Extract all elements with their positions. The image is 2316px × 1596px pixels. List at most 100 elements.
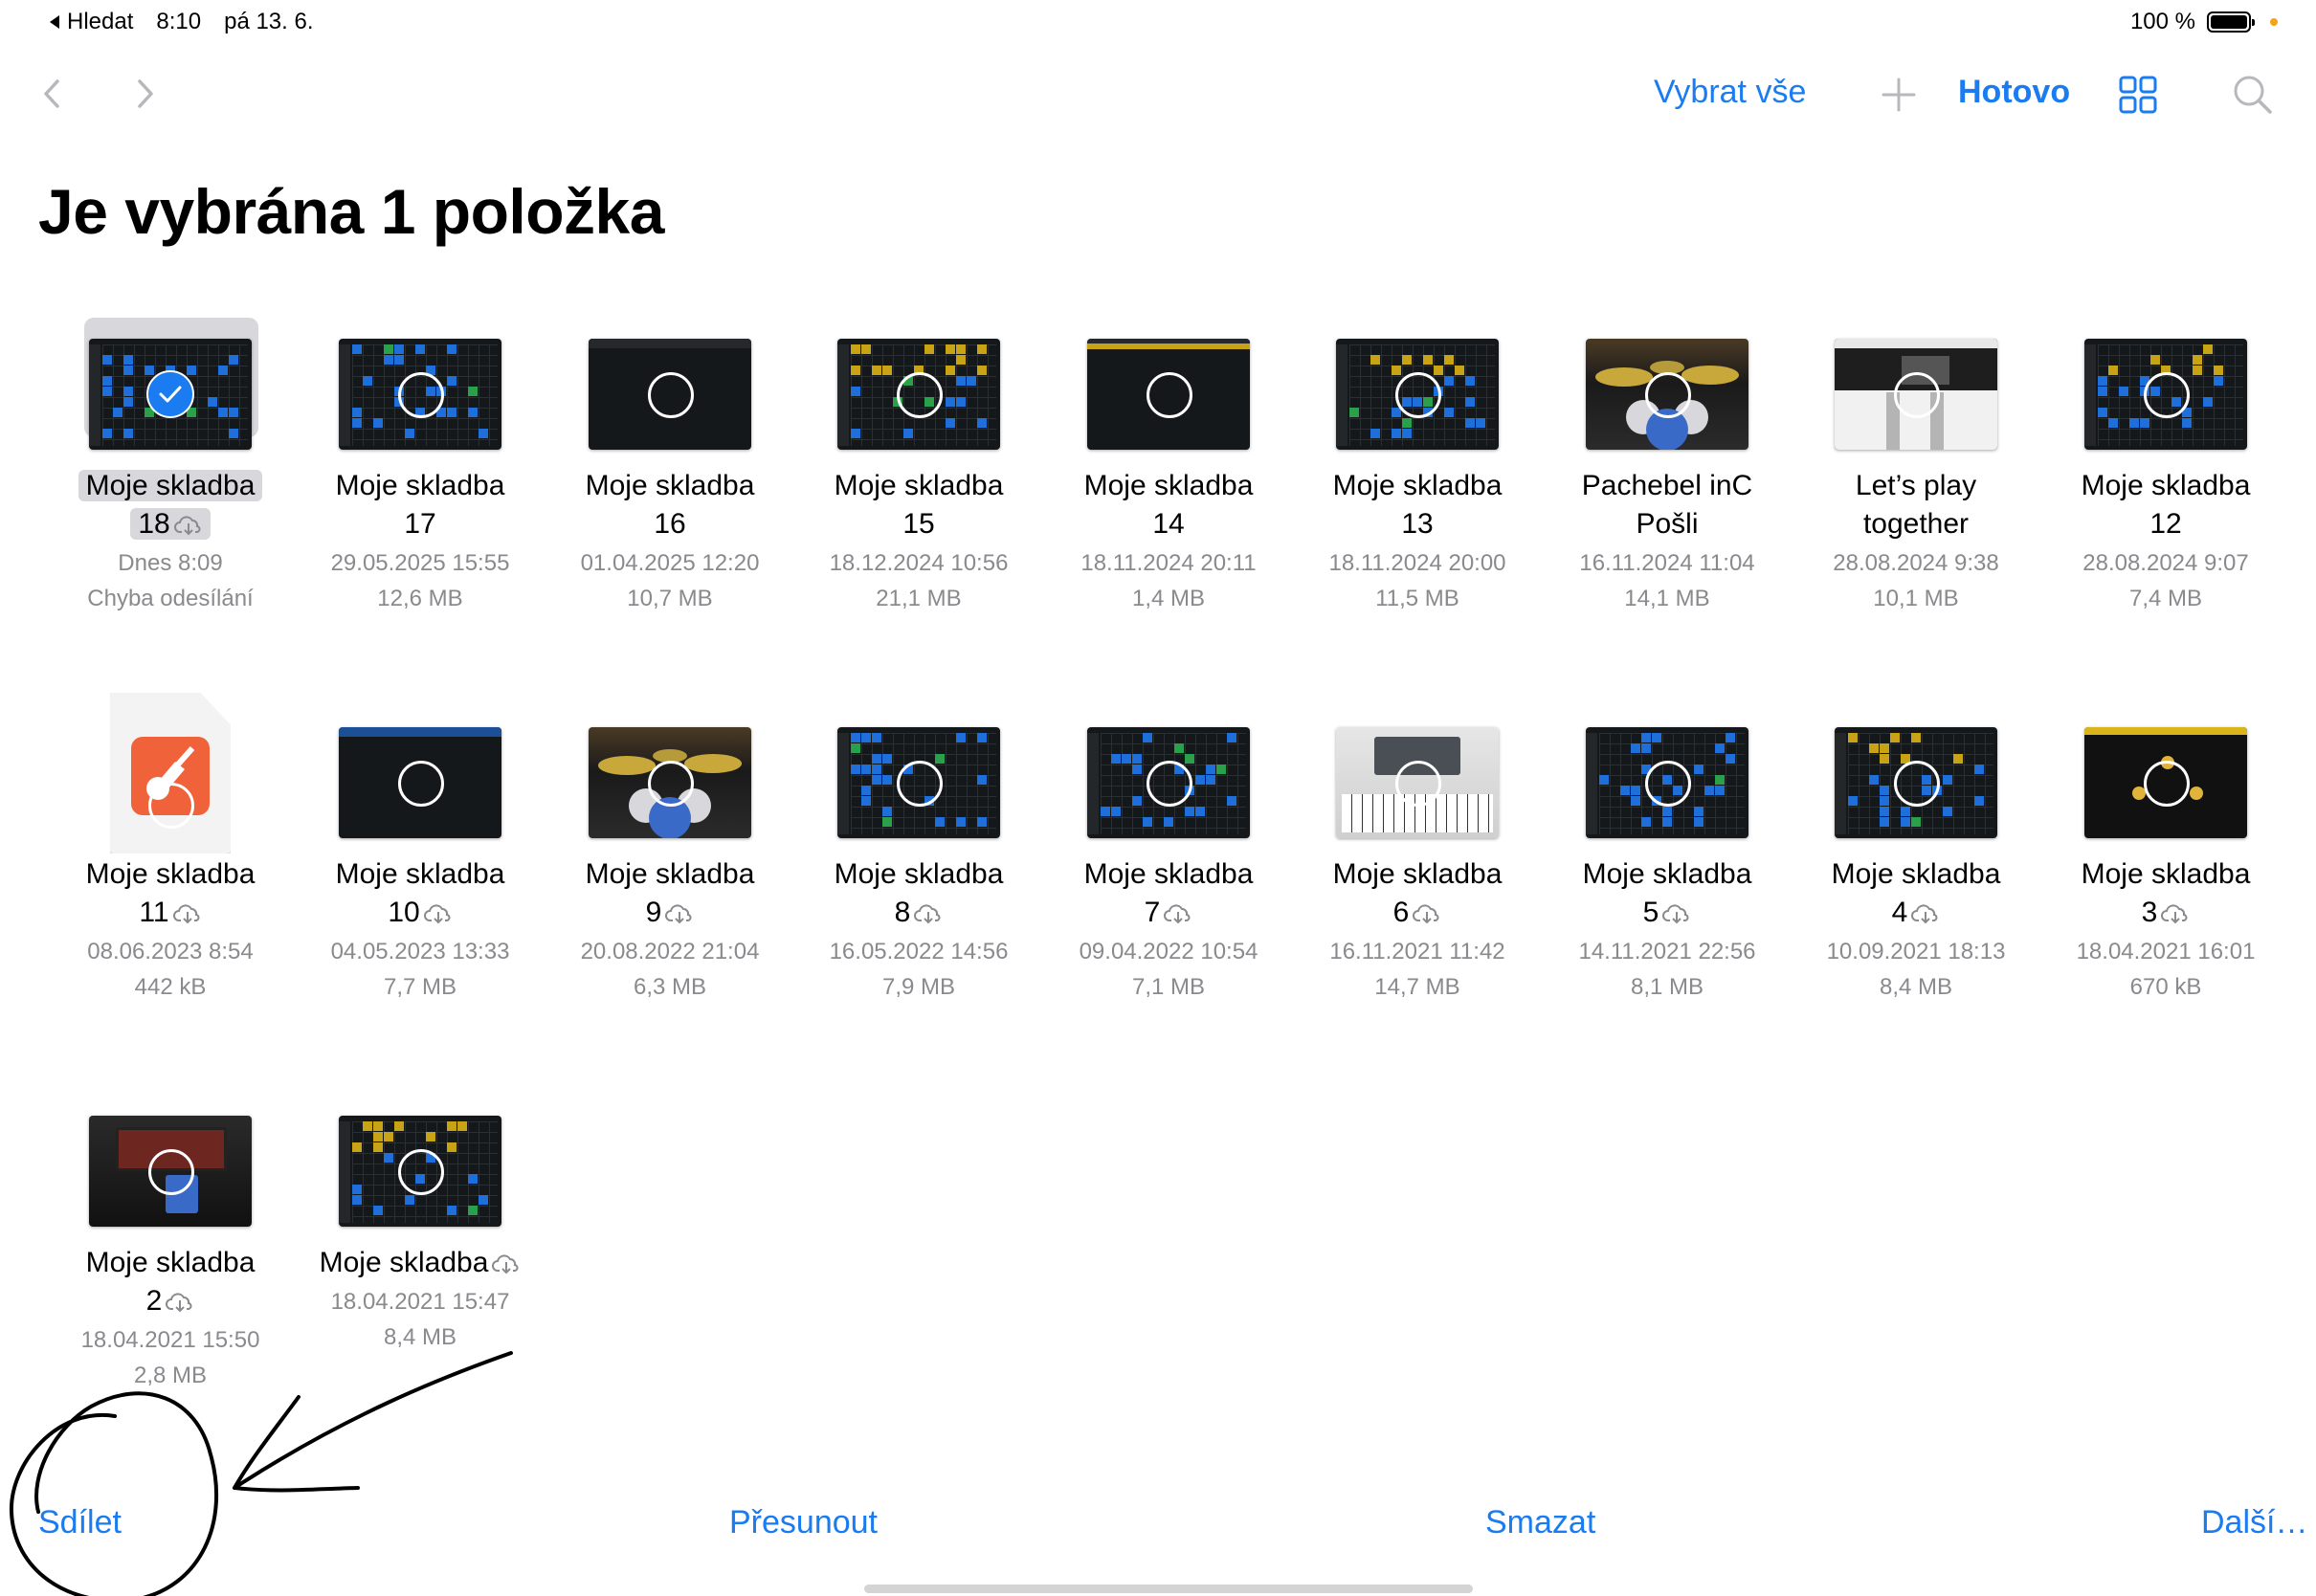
file-thumbnail[interactable] xyxy=(1586,727,1748,838)
file-thumbnail[interactable] xyxy=(2084,727,2247,838)
select-circle-icon[interactable] xyxy=(897,372,943,418)
file-date: 04.05.2023 13:33 xyxy=(330,939,510,964)
cloud-download-icon[interactable] xyxy=(166,1292,194,1313)
file-thumbnail[interactable] xyxy=(589,727,751,838)
file-thumbnail[interactable] xyxy=(1835,727,1997,838)
select-circle-icon[interactable] xyxy=(398,1149,444,1195)
cloud-download-icon[interactable] xyxy=(172,903,202,924)
grid-view-icon[interactable] xyxy=(2115,72,2161,118)
file-name: Moje skladba 16 xyxy=(560,467,780,543)
file-date: 08.06.2023 8:54 xyxy=(87,939,254,964)
select-circle-icon[interactable] xyxy=(1894,761,1940,807)
file-thumbnail[interactable] xyxy=(1087,339,1250,450)
file-date: 20.08.2022 21:04 xyxy=(580,939,760,964)
file-name-line2: together xyxy=(1862,508,1970,540)
file-thumbnail[interactable] xyxy=(339,339,501,450)
cloud-download-icon[interactable] xyxy=(1662,903,1691,924)
cloud-download-icon[interactable] xyxy=(1413,903,1441,924)
file-thumbnail[interactable] xyxy=(339,1116,501,1227)
battery-icon xyxy=(2207,11,2255,33)
file-thumbnail[interactable] xyxy=(1336,339,1499,450)
select-circle-icon[interactable] xyxy=(1645,372,1691,418)
cloud-download-icon[interactable] xyxy=(1911,903,1940,924)
file-name-line1: Moje skladba xyxy=(585,470,755,501)
back-triangle-icon xyxy=(50,15,59,29)
file-thumbnail[interactable] xyxy=(89,1116,252,1227)
file-name: Moje skladba 13 xyxy=(1307,467,1527,543)
cloud-download-icon[interactable] xyxy=(914,903,943,924)
file-date: 01.04.2025 12:20 xyxy=(580,550,760,576)
select-circle-icon[interactable] xyxy=(1395,761,1441,807)
select-circle-icon[interactable] xyxy=(398,372,444,418)
file-size: 14,1 MB xyxy=(1624,586,1710,611)
file-meta: 18.11.2024 20:00 11,5 MB xyxy=(1307,545,1527,616)
file-thumbnail[interactable] xyxy=(1087,727,1250,838)
file-date: 18.11.2024 20:11 xyxy=(1080,550,1257,576)
done-button[interactable]: Hotovo xyxy=(1958,74,2070,111)
file-thumbnail[interactable] xyxy=(339,727,501,838)
file-thumbnail[interactable] xyxy=(1835,339,1997,450)
file-size: 670 kB xyxy=(2129,974,2202,1000)
select-circle-icon[interactable] xyxy=(1395,372,1441,418)
file-date: 16.11.2024 11:04 xyxy=(1579,550,1755,576)
delete-button[interactable]: Smazat xyxy=(1485,1504,1595,1541)
file-meta: 10.09.2021 18:13 8,4 MB xyxy=(1806,934,2026,1005)
file-size: 7,9 MB xyxy=(881,974,956,1000)
file-size: 14,7 MB xyxy=(1374,974,1460,1000)
file-meta: 01.04.2025 12:20 10,7 MB xyxy=(560,545,780,616)
select-circle-icon[interactable] xyxy=(1147,372,1192,418)
file-thumbnail[interactable] xyxy=(1336,727,1499,838)
select-circle-icon[interactable] xyxy=(1894,372,1940,418)
back-chevron-icon[interactable] xyxy=(31,72,75,116)
home-indicator[interactable] xyxy=(864,1585,1473,1593)
more-button[interactable]: Další… xyxy=(2201,1504,2307,1541)
file-name-line1: Moje skladba xyxy=(335,470,505,501)
file-thumbnail[interactable] xyxy=(89,339,252,450)
garageband-file-icon[interactable] xyxy=(110,693,231,853)
select-circle-icon[interactable] xyxy=(1147,761,1192,807)
search-icon[interactable] xyxy=(2230,72,2276,118)
file-name-line1: Moje skladba xyxy=(85,1247,256,1278)
file-meta: 16.11.2024 11:04 14,1 MB xyxy=(1557,545,1777,616)
add-icon[interactable] xyxy=(1876,72,1922,118)
privacy-indicator xyxy=(2270,18,2278,26)
cloud-download-icon[interactable] xyxy=(423,903,453,924)
back-to-app-link[interactable]: Hledat xyxy=(48,9,133,35)
file-size: 10,1 MB xyxy=(1873,586,1959,611)
cloud-download-icon[interactable] xyxy=(492,1253,521,1275)
checkmark-icon[interactable] xyxy=(146,370,194,418)
file-name-line2: 4 xyxy=(1891,897,1908,928)
forward-chevron-icon[interactable] xyxy=(122,72,167,116)
select-circle-icon[interactable] xyxy=(398,761,444,807)
file-thumbnail[interactable] xyxy=(1586,339,1748,450)
select-all-button[interactable]: Vybrat vše xyxy=(1654,74,1806,111)
select-circle-icon[interactable] xyxy=(897,761,943,807)
cloud-download-icon[interactable] xyxy=(665,903,694,924)
cloud-download-icon[interactable] xyxy=(2161,903,2190,924)
select-circle-icon[interactable] xyxy=(2144,372,2190,418)
select-circle-icon[interactable] xyxy=(648,372,694,418)
select-circle-icon[interactable] xyxy=(2144,761,2190,807)
cloud-download-icon[interactable] xyxy=(173,515,203,536)
select-circle-icon[interactable] xyxy=(1645,761,1691,807)
file-thumbnail[interactable] xyxy=(2084,339,2247,450)
select-circle-icon[interactable] xyxy=(648,761,694,807)
file-meta: 18.04.2021 16:01 670 kB xyxy=(2056,934,2276,1005)
file-thumbnail[interactable] xyxy=(837,727,1000,838)
cloud-download-icon[interactable] xyxy=(1164,903,1192,924)
file-name: Let’s play together xyxy=(1806,467,2026,543)
move-button[interactable]: Přesunout xyxy=(729,1504,878,1541)
share-button[interactable]: Sdílet xyxy=(38,1504,122,1541)
file-name: Moje skladba 17 xyxy=(310,467,530,543)
file-name-line2: 17 xyxy=(404,508,436,540)
select-circle-icon[interactable] xyxy=(148,1149,194,1195)
file-name-line1: Moje skladba xyxy=(834,470,1004,501)
file-size: 7,1 MB xyxy=(1131,974,1206,1000)
file-thumbnail[interactable] xyxy=(589,339,751,450)
file-name: Moje skladba xyxy=(310,1244,530,1282)
file-name: Pachebel inC Pošli xyxy=(1557,467,1777,543)
file-thumbnail[interactable] xyxy=(837,339,1000,450)
file-date: 09.04.2022 10:54 xyxy=(1079,939,1258,964)
file-name-line2: 3 xyxy=(2141,897,2158,928)
file-name: Moje skladba 5 xyxy=(1557,855,1777,932)
